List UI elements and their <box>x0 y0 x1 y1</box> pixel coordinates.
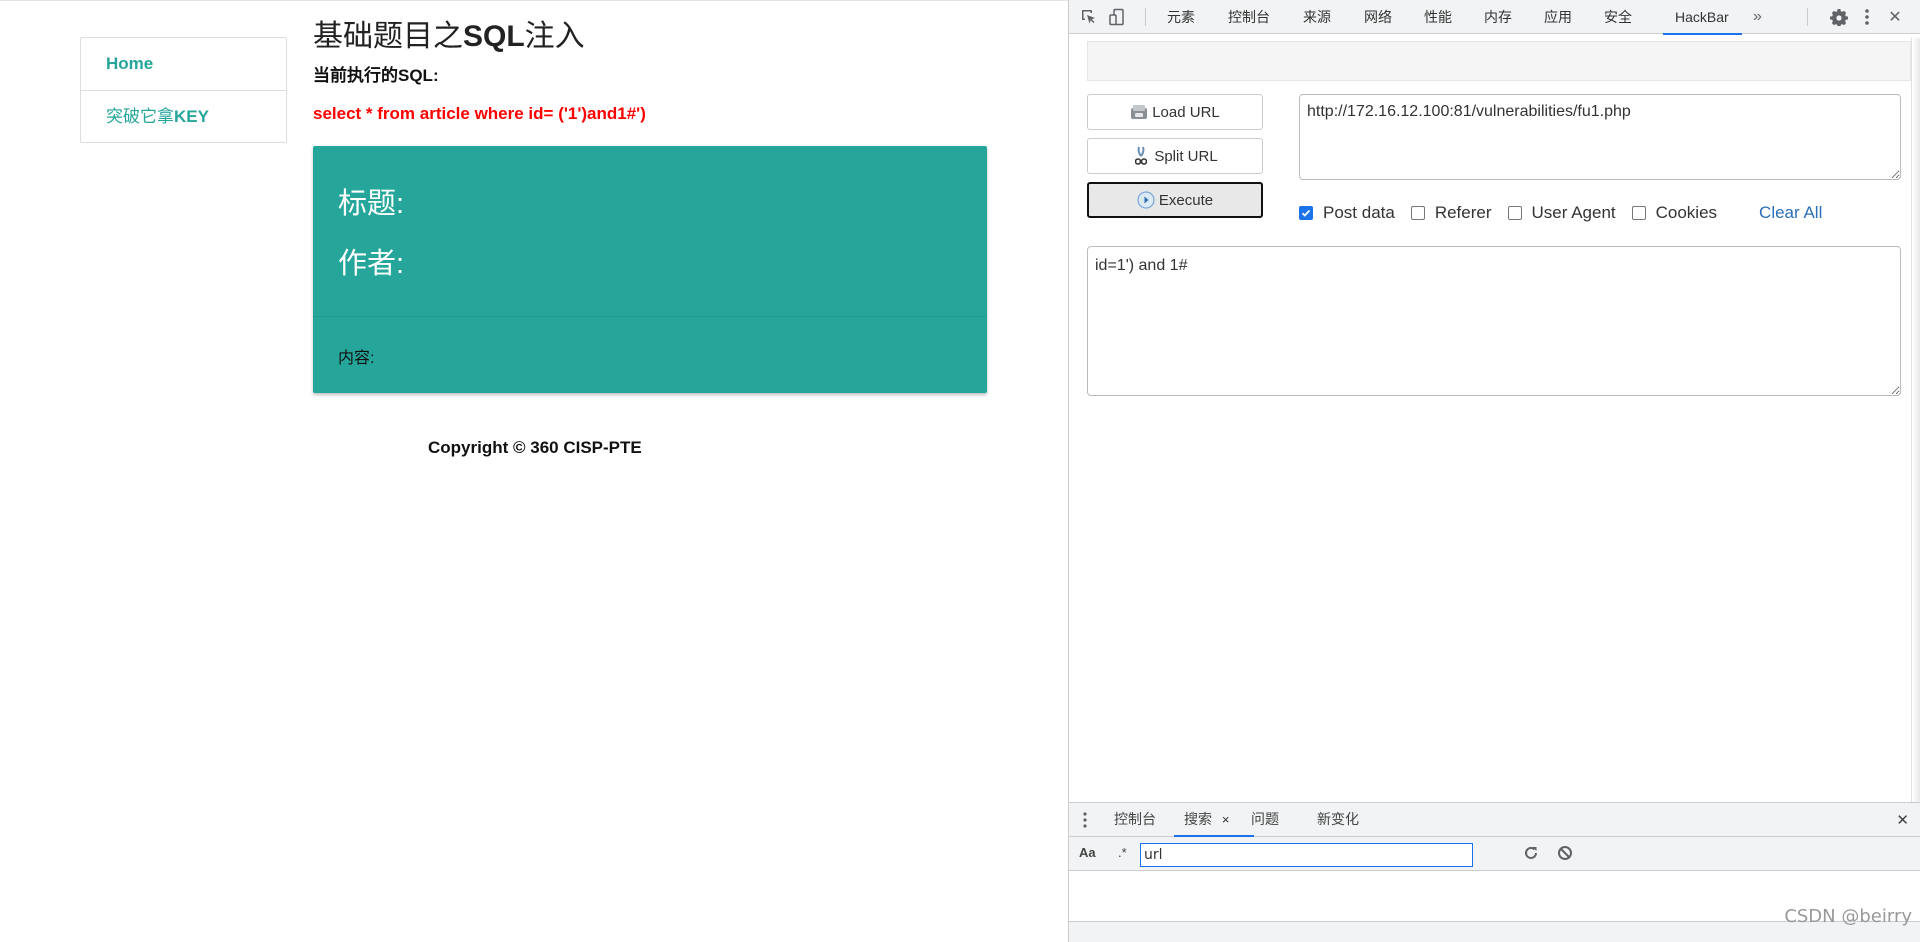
sidebar-item-label-en: KEY <box>174 107 209 126</box>
inspect-element-icon[interactable] <box>1079 7 1099 27</box>
search-toolbar: Aa .* <box>1069 837 1920 871</box>
tab-network[interactable]: 网络 <box>1364 0 1392 34</box>
settings-gear-icon[interactable] <box>1829 7 1849 27</box>
clear-search-icon[interactable] <box>1557 845 1573 866</box>
executed-sql: select * from article where id= ('1')and… <box>313 104 646 123</box>
copyright-footer: Copyright © 360 CISP-PTE <box>428 438 642 457</box>
devtools-panel: 元素 控制台 来源 网络 性能 内存 应用 安全 HackBar » ✕ Loa… <box>1068 0 1920 942</box>
close-search-tab-icon[interactable]: × <box>1222 812 1230 827</box>
page-title-suffix: 注入 <box>524 20 585 53</box>
clear-all-link[interactable]: Clear All <box>1759 203 1822 223</box>
split-url-label: Split URL <box>1154 147 1218 165</box>
tab-hackbar[interactable]: HackBar <box>1663 0 1742 35</box>
drawer-tab-search[interactable]: 搜索 × <box>1173 803 1256 837</box>
execute-button[interactable]: Execute <box>1087 182 1263 218</box>
article-author-label: 作者: <box>338 248 405 280</box>
drawer-tab-search-label: 搜索 <box>1184 811 1212 827</box>
regex-toggle[interactable]: .* <box>1118 845 1127 860</box>
more-options-icon[interactable] <box>1857 7 1877 27</box>
execute-label: Execute <box>1158 191 1214 209</box>
referer-label: Referer <box>1434 203 1492 222</box>
page-title: 基础题目之SQL注入 <box>313 11 585 55</box>
sidebar-item-home[interactable]: Home <box>81 38 286 90</box>
play-icon <box>1137 191 1155 209</box>
panel-scrollbar[interactable] <box>1911 38 1920 802</box>
drawer-tab-console[interactable]: 控制台 <box>1114 803 1156 836</box>
close-devtools-icon[interactable]: ✕ <box>1885 7 1905 27</box>
cookies-label: Cookies <box>1655 203 1718 222</box>
article-card: 标题: 作者: 内容: <box>313 146 987 393</box>
scissors-icon <box>1132 146 1150 165</box>
drawer-tab-issues[interactable]: 问题 <box>1251 803 1279 836</box>
checkbox-unchecked[interactable] <box>1507 206 1522 220</box>
tab-sources[interactable]: 来源 <box>1303 0 1331 34</box>
tab-security[interactable]: 安全 <box>1604 0 1632 34</box>
tab-console[interactable]: 控制台 <box>1228 0 1270 34</box>
close-drawer-icon[interactable]: ✕ <box>1896 811 1909 829</box>
load-url-label: Load URL <box>1152 103 1220 121</box>
toolbar-separator <box>1807 8 1808 26</box>
article-title-label: 标题: <box>338 188 405 220</box>
drawer-menu-icon[interactable] <box>1082 811 1088 834</box>
article-content-label: 内容: <box>338 350 375 367</box>
checkbox-unchecked[interactable] <box>1410 206 1425 220</box>
web-page: Home 突破它拿KEY 基础题目之SQL注入 当前执行的SQL: select… <box>0 0 1068 942</box>
sidebar-item-label-cn: 突破它拿 <box>106 107 174 126</box>
page-title-prefix: 基础题目之 <box>313 20 463 53</box>
refresh-icon[interactable] <box>1523 845 1539 866</box>
hackbar-options: Post data Referer User Agent Cookies Cle… <box>1299 203 1822 223</box>
more-tabs-icon[interactable]: » <box>1753 0 1762 34</box>
post-data-checkbox[interactable]: Post data <box>1299 203 1395 223</box>
watermark: CSDN @beirry <box>1784 906 1912 927</box>
url-textarea[interactable]: http://172.16.12.100:81/vulnerabilities/… <box>1299 94 1901 180</box>
hackbar-menu-bar <box>1087 41 1911 81</box>
devtools-toolbar: 元素 控制台 来源 网络 性能 内存 应用 安全 HackBar » ✕ <box>1069 0 1920 35</box>
user-agent-checkbox[interactable]: User Agent <box>1507 203 1616 223</box>
sidebar-item-get-key[interactable]: 突破它拿KEY <box>81 90 286 142</box>
user-agent-label: User Agent <box>1531 203 1616 222</box>
card-divider <box>313 316 987 317</box>
post-data-textarea[interactable]: id=1') and 1# <box>1087 246 1901 396</box>
sql-label: 当前执行的SQL: <box>313 66 439 85</box>
drawer-tab-changes[interactable]: 新变化 <box>1317 803 1359 836</box>
referer-checkbox[interactable]: Referer <box>1410 203 1492 223</box>
checkbox-checked[interactable] <box>1299 206 1313 220</box>
sidebar-nav: Home 突破它拿KEY <box>80 37 287 143</box>
tab-performance[interactable]: 性能 <box>1424 0 1452 34</box>
search-input[interactable] <box>1140 843 1473 867</box>
post-data-label: Post data <box>1323 203 1395 222</box>
sidebar-item-label: Home <box>106 54 154 73</box>
match-case-toggle[interactable]: Aa <box>1079 845 1096 860</box>
toolbar-separator <box>1145 8 1146 26</box>
split-url-button[interactable]: Split URL <box>1087 138 1263 174</box>
load-url-icon <box>1130 103 1148 121</box>
checkbox-unchecked[interactable] <box>1631 206 1646 220</box>
device-toolbar-icon[interactable] <box>1107 7 1127 27</box>
page-title-bold: SQL <box>463 20 525 53</box>
tab-memory[interactable]: 内存 <box>1484 0 1512 34</box>
drawer-tab-bar: 控制台 搜索 × 问题 新变化 ✕ <box>1069 803 1920 837</box>
tab-application[interactable]: 应用 <box>1544 0 1572 34</box>
tab-elements[interactable]: 元素 <box>1167 0 1195 34</box>
load-url-button[interactable]: Load URL <box>1087 94 1263 130</box>
cookies-checkbox[interactable]: Cookies <box>1631 203 1718 223</box>
